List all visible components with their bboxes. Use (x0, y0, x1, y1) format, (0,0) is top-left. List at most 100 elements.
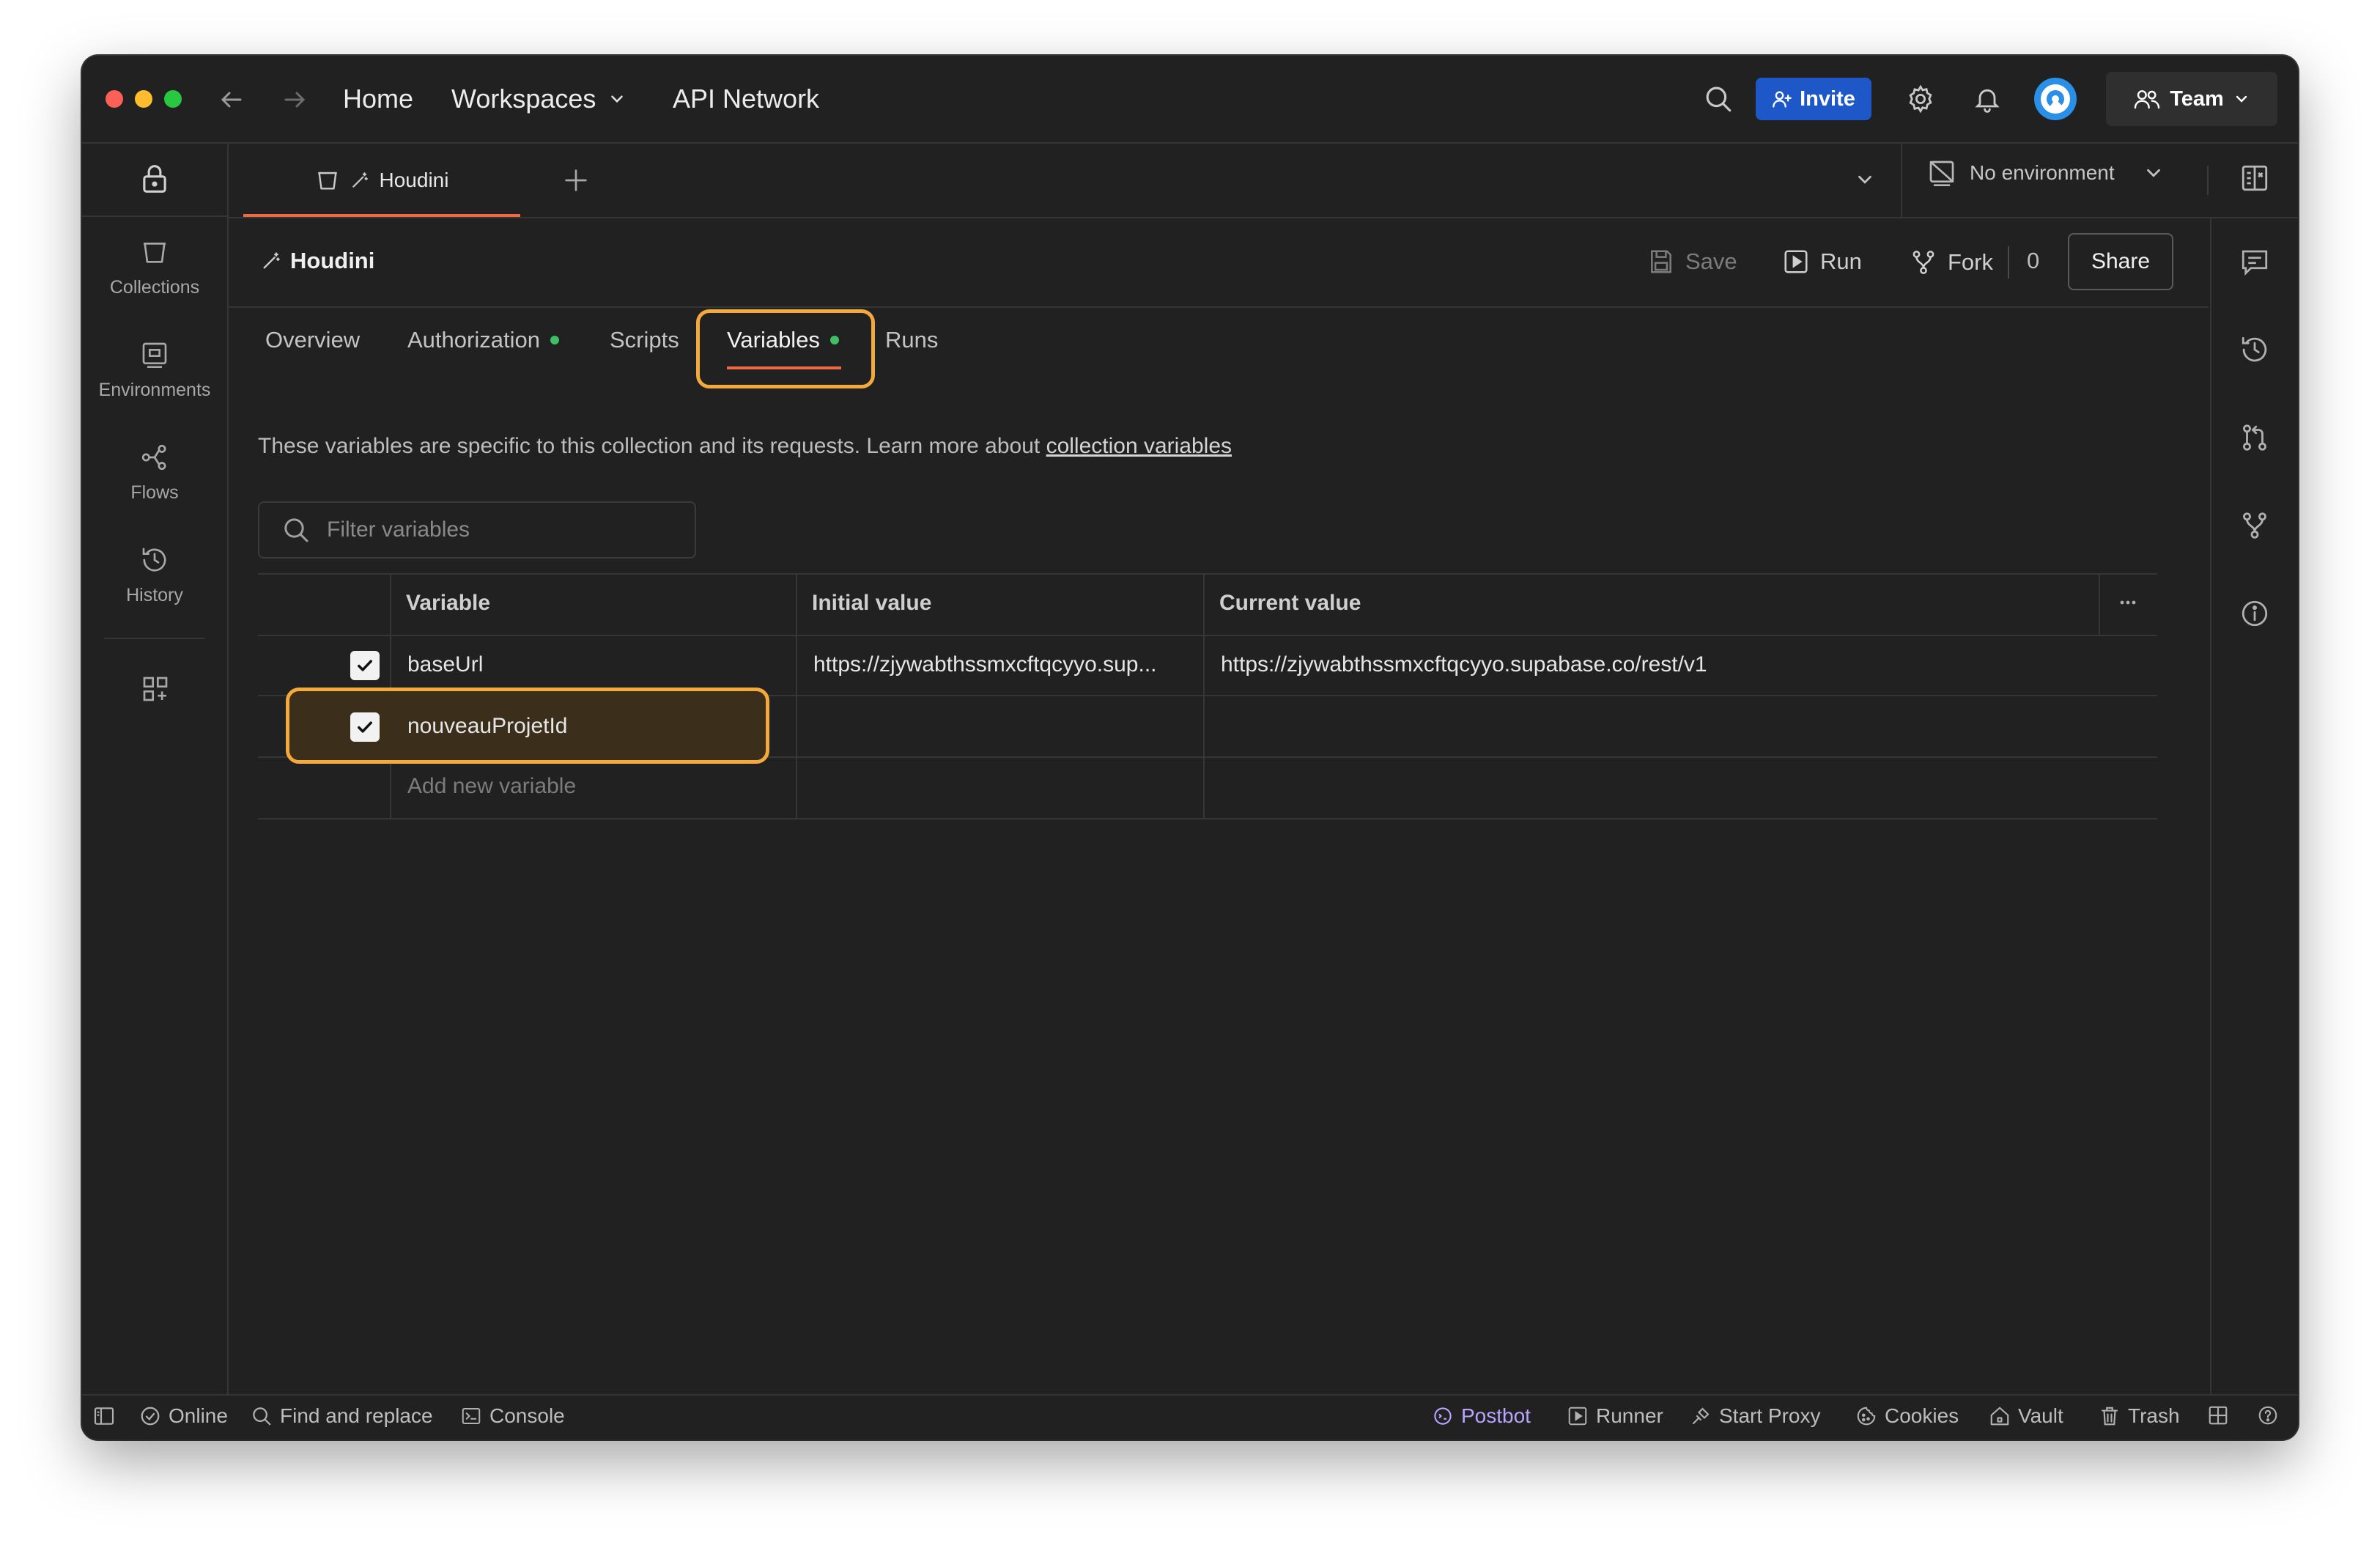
changelog-history-icon[interactable] (2239, 334, 2270, 365)
find-replace-label: Find and replace (280, 1404, 433, 1427)
postbot-button[interactable]: Postbot (1432, 1404, 1531, 1428)
proxy-icon (1692, 1407, 1710, 1425)
plus-icon[interactable] (561, 166, 591, 195)
back-arrow-icon[interactable] (218, 86, 245, 113)
nav-api-network-link[interactable]: API Network (673, 84, 819, 114)
close-window-button[interactable] (106, 90, 123, 108)
sidebar-item-history[interactable]: History (82, 545, 227, 606)
console-button[interactable]: Console (460, 1404, 565, 1428)
table-column-border (1203, 573, 1205, 819)
tab-bar-divider (1901, 144, 1902, 217)
tab-variables[interactable]: Variables (727, 327, 839, 353)
layout-grid-icon[interactable] (2207, 1404, 2229, 1426)
pull-request-icon[interactable] (2239, 422, 2270, 453)
sidebar-divider (104, 638, 205, 639)
tab-houdini[interactable]: Houdini (243, 144, 520, 217)
initial-value-cell[interactable]: https://zjywabthssmxcftqcyyo.sup... (813, 652, 1191, 677)
sidebar-item-environments[interactable]: Environments (82, 340, 227, 401)
collection-title[interactable]: Houdini (261, 248, 374, 274)
search-icon (284, 518, 308, 542)
search-icon[interactable] (1703, 84, 1734, 114)
bell-icon[interactable] (1973, 84, 2002, 114)
comments-icon[interactable] (2239, 246, 2270, 277)
sidebar-divider (82, 215, 227, 217)
online-label: Online (169, 1404, 228, 1427)
nav-home-link[interactable]: Home (343, 84, 413, 114)
sidebar-item-label: Flows (130, 482, 179, 503)
add-user-icon (1773, 91, 1792, 108)
avatar[interactable] (2033, 76, 2078, 122)
nav-workspaces-dropdown[interactable]: Workspaces (451, 84, 627, 114)
save-button[interactable]: Save (1647, 248, 1737, 276)
vault-button[interactable]: Vault (1989, 1404, 2063, 1428)
team-menu-button[interactable]: Team (2106, 72, 2277, 126)
fork-count: 0 (2027, 248, 2040, 273)
table-header-border (258, 635, 2157, 636)
fork-button[interactable]: Fork (1910, 248, 1993, 277)
check-circle-icon (141, 1407, 160, 1426)
runner-label: Runner (1596, 1404, 1663, 1427)
tab-runs[interactable]: Runs (885, 327, 938, 353)
current-value-cell[interactable]: https://zjywabthssmxcftqcyyo.supabase.co… (1221, 652, 2085, 677)
invite-button[interactable]: Invite (1756, 78, 1871, 120)
row-enabled-checkbox[interactable] (350, 651, 380, 680)
variable-name-cell[interactable]: nouveauProjetId (407, 714, 759, 739)
console-icon (462, 1408, 481, 1424)
run-button[interactable]: Run (1782, 248, 1862, 276)
environment-selector[interactable]: No environment (1927, 158, 2165, 188)
trash-button[interactable]: Trash (2099, 1404, 2180, 1428)
add-workbench-icon[interactable] (141, 674, 170, 704)
lock-icon[interactable] (141, 163, 169, 195)
app-window: Home Workspaces API Network Invite Team … (82, 56, 2298, 1440)
row-enabled-checkbox[interactable] (350, 712, 380, 742)
help-icon[interactable] (2257, 1404, 2279, 1426)
info-icon[interactable] (2239, 598, 2270, 629)
variable-name-cell[interactable]: baseUrl (407, 652, 774, 677)
minimize-window-button[interactable] (135, 90, 152, 108)
environment-quick-look-icon[interactable] (2239, 163, 2270, 194)
filter-variables-input[interactable] (325, 517, 673, 543)
add-new-variable[interactable]: Add new variable (407, 774, 774, 799)
no-environment-icon (1929, 161, 1954, 187)
tabs-overflow-chevron-icon[interactable] (1854, 169, 1876, 191)
online-status[interactable]: Online (139, 1404, 228, 1428)
run-label: Run (1820, 248, 1862, 274)
gear-icon[interactable] (1905, 84, 1936, 114)
maximize-window-button[interactable] (164, 90, 182, 108)
cookies-label: Cookies (1885, 1404, 1959, 1427)
share-button[interactable]: Share (2068, 233, 2173, 290)
start-proxy-button[interactable]: Start Proxy (1690, 1404, 1820, 1428)
tab-variables-label: Variables (727, 327, 820, 353)
find-replace-button[interactable]: Find and replace (251, 1404, 433, 1428)
environment-label: No environment (1970, 161, 2115, 184)
tab-overview[interactable]: Overview (265, 327, 360, 353)
history-icon (142, 548, 166, 572)
tab-label: Houdini (379, 169, 449, 191)
tab-authorization-label: Authorization (407, 327, 540, 353)
forward-arrow-icon[interactable] (281, 86, 308, 113)
collection-variables-link[interactable]: collection variables (1046, 434, 1232, 458)
runner-button[interactable]: Runner (1567, 1404, 1663, 1428)
vault-label: Vault (2018, 1404, 2063, 1427)
cookies-button[interactable]: Cookies (1855, 1404, 1959, 1428)
chevron-down-icon (2146, 169, 2160, 177)
flows-icon (141, 444, 166, 471)
table-column-border (796, 573, 797, 819)
column-header-variable: Variable (406, 591, 491, 615)
checkmark-icon (358, 721, 372, 733)
invite-label: Invite (1800, 86, 1855, 111)
fork-icon[interactable] (2239, 510, 2270, 541)
sidebar-item-flows[interactable]: Flows (82, 443, 227, 504)
sidebar-item-collections[interactable]: Collections (82, 237, 227, 298)
filter-variables[interactable] (258, 501, 696, 559)
nav-workspaces-label: Workspaces (451, 84, 596, 114)
variables-description: These variables are specific to this col… (258, 434, 1232, 459)
tab-scripts[interactable]: Scripts (610, 327, 679, 353)
toggle-sidebar-icon[interactable] (92, 1404, 116, 1428)
save-label: Save (1685, 248, 1737, 274)
tab-authorization[interactable]: Authorization (407, 327, 559, 353)
description-text: These variables are specific to this col… (258, 434, 1046, 458)
magic-wand-icon (352, 172, 368, 188)
page-title: Houdini (290, 248, 375, 273)
more-options-icon[interactable] (2116, 594, 2140, 611)
